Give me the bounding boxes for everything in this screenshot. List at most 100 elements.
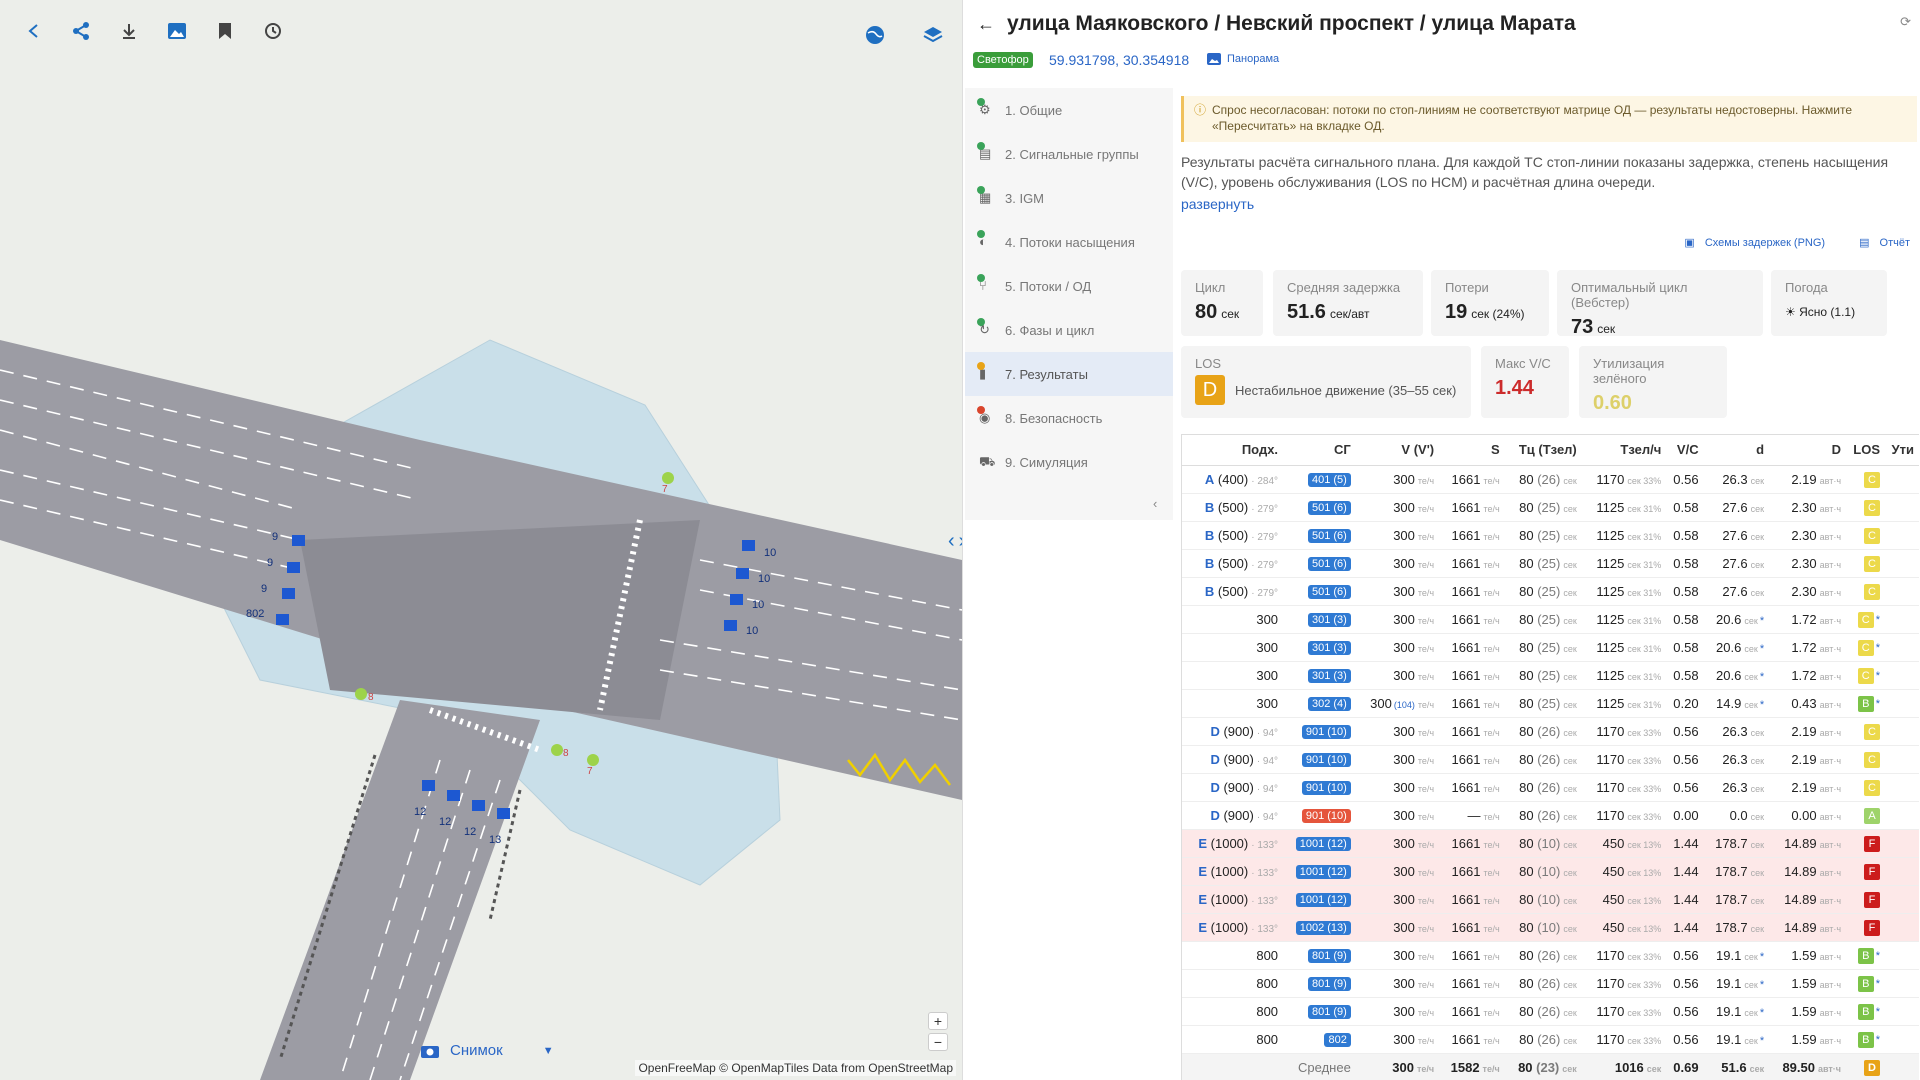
table-cell: 301 (3): [1284, 605, 1357, 634]
column-header[interactable]: Ути: [1886, 435, 1919, 466]
table-cell: 80 (25) сек: [1505, 521, 1583, 550]
table-row[interactable]: 800 801 (9) 300 те/ч 1661 те/ч 80 (26) сек 1170 с…: [1182, 941, 1919, 970]
column-header[interactable]: d: [1704, 435, 1771, 466]
table-cell: 1661 те/ч: [1440, 857, 1506, 886]
sidebar-item-3[interactable]: ▦ 3. IGM: [965, 176, 1173, 220]
table-cell: 80 (26) сек: [1505, 969, 1583, 998]
refresh-icon[interactable]: ⟳: [1900, 14, 1911, 30]
table-row[interactable]: 300 302 (4) 300 (104) те/ч 1661 те/ч 80 (25) сек…: [1182, 689, 1919, 718]
table-row[interactable]: E (1000) · 133° 1001 (12) 300 те/ч 1661 те/ч 80…: [1182, 857, 1919, 886]
table-row[interactable]: E (1000) · 133° 1001 (12) 300 те/ч 1661 те/ч 80…: [1182, 885, 1919, 914]
table-row[interactable]: 800 801 (9) 300 те/ч 1661 те/ч 80 (26) сек 1170 с…: [1182, 969, 1919, 998]
expand-link[interactable]: развернуть: [1181, 196, 1254, 212]
column-header[interactable]: СГ: [1284, 435, 1357, 466]
sidebar-item-5[interactable]: ⑂ 5. Потоки / ОД: [965, 264, 1173, 308]
table-row[interactable]: E (1000) · 133° 1001 (12) 300 те/ч 1661 те/ч 80…: [1182, 829, 1919, 858]
globe-icon[interactable]: [864, 24, 886, 51]
table-cell: 1001 (12): [1284, 829, 1357, 858]
table-cell: 1.72 авт·ч: [1770, 605, 1848, 634]
table-row[interactable]: 800 801 (9) 300 те/ч 1661 те/ч 80 (26) сек 1170 с…: [1182, 997, 1919, 1026]
lane-label: 10: [758, 573, 770, 585]
warning-icon: ⓘ: [1194, 103, 1207, 117]
status-dot: [977, 142, 985, 150]
back-arrow-icon[interactable]: ←: [977, 14, 995, 35]
sidebar-item-6[interactable]: ↻ 6. Фазы и цикл: [965, 308, 1173, 352]
details-panel: ← улица Маяковского / Невский проспект /…: [962, 0, 1920, 1080]
coordinates-link[interactable]: 59.931798, 30.354918: [1049, 52, 1189, 68]
snapshot-button[interactable]: Снимок ▼: [420, 1042, 554, 1059]
table-cell: 19.1 сек *: [1704, 969, 1771, 998]
column-header[interactable]: LOS: [1847, 435, 1887, 466]
table-cell: 0.58: [1667, 549, 1705, 578]
table-row[interactable]: 300 301 (3) 300 те/ч 1661 те/ч 80 (25) сек 1125 с…: [1182, 633, 1919, 662]
sidebar-item-4[interactable]: ◐ 4. Потоки насыщения: [965, 220, 1173, 264]
table-cell: 2.19 авт·ч: [1770, 465, 1848, 494]
history-icon[interactable]: [256, 16, 290, 46]
table-row[interactable]: A (400) · 284° 401 (5) 300 те/ч 1661 те/ч 80 (2…: [1182, 465, 1919, 494]
image-icon[interactable]: [160, 16, 194, 46]
download-icon[interactable]: [112, 16, 146, 46]
table-cell: [1886, 997, 1919, 1026]
lane-label: 9: [261, 583, 267, 595]
zoom-out-button[interactable]: −: [928, 1033, 948, 1051]
column-header[interactable]: V/C: [1667, 435, 1705, 466]
table-row[interactable]: D (900) · 94° 901 (10) 300 те/ч 1661 те/ч 80 (2…: [1182, 745, 1919, 774]
table-row[interactable]: D (900) · 94° 901 (10) 300 те/ч 1661 те/ч 80 (2…: [1182, 717, 1919, 746]
table-cell: 401 (5): [1284, 465, 1357, 494]
table-row[interactable]: D (900) · 94° 901 (10) 300 те/ч 1661 те/ч 80 (2…: [1182, 773, 1919, 802]
panorama-link[interactable]: Панорама: [1207, 53, 1279, 65]
status-dot: [977, 362, 985, 370]
svg-text:8: 8: [563, 748, 569, 759]
table-row[interactable]: B (500) · 279° 501 (6) 300 те/ч 1661 те/ч 80 (2…: [1182, 493, 1919, 522]
table-cell: 27.6 сек: [1704, 521, 1771, 550]
table-cell: C: [1847, 549, 1887, 578]
table-row[interactable]: 300 301 (3) 300 те/ч 1661 те/ч 80 (25) сек 1125 с…: [1182, 661, 1919, 690]
zoom-in-button[interactable]: +: [928, 1012, 948, 1030]
map-view[interactable]: 9 9 9 802 10 10 10 10 12 12 12 13 7 8 8 …: [0, 0, 962, 1080]
table-cell: 1661 те/ч: [1440, 997, 1506, 1026]
lane-label: 802: [246, 608, 264, 620]
table-cell: 0.58: [1667, 633, 1705, 662]
chevron-down-icon[interactable]: ▼: [543, 1045, 554, 1057]
bookmark-add-icon[interactable]: [208, 16, 242, 46]
table-cell: 1661 те/ч: [1440, 577, 1506, 606]
table-row[interactable]: E (1000) · 133° 1002 (13) 300 те/ч 1661 те/ч 80…: [1182, 913, 1919, 942]
panel-toggle[interactable]: ‹›: [948, 530, 962, 553]
table-cell: B *: [1847, 969, 1887, 998]
back-icon[interactable]: [16, 16, 50, 46]
table-cell: 0.56: [1667, 969, 1705, 998]
table-row[interactable]: B (500) · 279° 501 (6) 300 те/ч 1661 те/ч 80 (2…: [1182, 521, 1919, 550]
column-header[interactable]: S: [1440, 435, 1506, 466]
table-cell: [1886, 941, 1919, 970]
table-row[interactable]: 800 802 300 те/ч 1661 те/ч 80 (26) сек 1170 сек 3…: [1182, 1025, 1919, 1054]
table-row[interactable]: B (500) · 279° 501 (6) 300 те/ч 1661 те/ч 80 (2…: [1182, 549, 1919, 578]
layers-icon[interactable]: [922, 24, 944, 51]
nav-collapse-icon[interactable]: ‹: [1153, 496, 1157, 511]
table-cell: C: [1847, 493, 1887, 522]
sidebar-item-7[interactable]: ▮ 7. Результаты: [965, 352, 1173, 396]
report-link[interactable]: ▤ Отчёт: [1859, 236, 1910, 249]
column-header[interactable]: Подх.: [1182, 435, 1285, 466]
column-header[interactable]: Тзел/ч: [1582, 435, 1668, 466]
table-cell: 300: [1182, 633, 1285, 662]
optimal-cycle-label: Оптимальный цикл (Вебстер): [1571, 280, 1688, 310]
table-row[interactable]: 300 301 (3) 300 те/ч 1661 те/ч 80 (25) сек 1125 с…: [1182, 605, 1919, 634]
share-icon[interactable]: [64, 16, 98, 46]
map-canvas[interactable]: 9 9 9 802 10 10 10 10 12 12 12 13 7 8 8 …: [0, 0, 962, 1080]
table-row[interactable]: D (900) · 94° 901 (10) 300 те/ч — те/ч 80 (26) с…: [1182, 801, 1919, 830]
sidebar-item-2[interactable]: ▤ 2. Сигнальные группы: [965, 132, 1173, 176]
delay-schemes-label: Схемы задержек (PNG): [1704, 237, 1826, 249]
table-cell: 178.7 сек: [1704, 913, 1771, 942]
column-header[interactable]: V (V'): [1356, 435, 1441, 466]
delay-schemes-link[interactable]: ▣ Схемы задержек (PNG): [1684, 236, 1825, 249]
sidebar-item-9[interactable]: ⛟ 9. Симуляция: [965, 440, 1173, 484]
table-cell: 301 (3): [1284, 661, 1357, 690]
weather-label: Погода: [1785, 280, 1828, 295]
sidebar-item-1[interactable]: ⚙ 1. Общие: [965, 88, 1173, 132]
column-header[interactable]: Тц (Тзел): [1505, 435, 1583, 466]
table-row[interactable]: B (500) · 279° 501 (6) 300 те/ч 1661 те/ч 80 (2…: [1182, 577, 1919, 606]
column-header[interactable]: D: [1770, 435, 1848, 466]
table-cell: B *: [1847, 997, 1887, 1026]
sidebar-item-8[interactable]: ◉ 8. Безопасность: [965, 396, 1173, 440]
table-cell: 302 (4): [1284, 689, 1357, 718]
